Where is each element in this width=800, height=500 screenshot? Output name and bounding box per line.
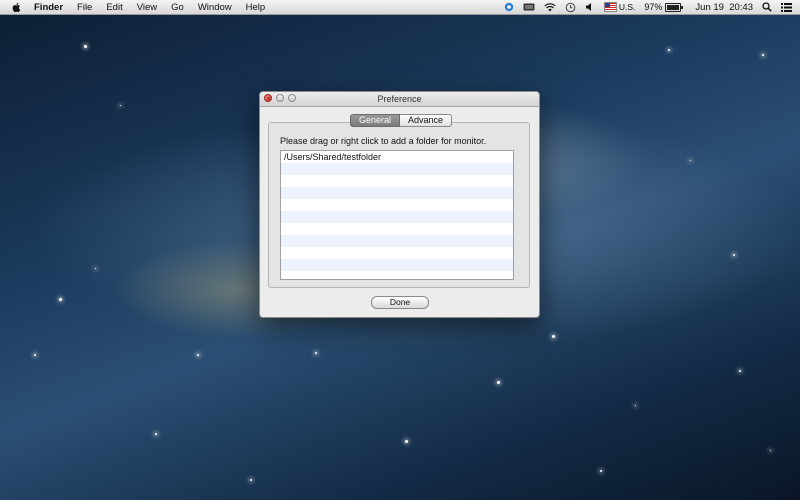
instruction-text: Please drag or right click to add a fold… — [280, 136, 487, 146]
menu-window[interactable]: Window — [198, 2, 232, 13]
tab-general[interactable]: General — [350, 114, 401, 127]
menu-edit[interactable]: Edit — [106, 2, 122, 13]
list-item[interactable] — [281, 247, 513, 259]
menu-help[interactable]: Help — [246, 2, 266, 13]
volume-icon[interactable] — [585, 1, 595, 13]
zoom-button[interactable] — [288, 94, 296, 102]
input-source-label[interactable]: U.S. — [619, 2, 636, 12]
list-item[interactable] — [281, 187, 513, 199]
battery-icon[interactable] — [665, 1, 684, 13]
done-button[interactable]: Done — [371, 296, 429, 309]
window-title: Preference — [377, 94, 422, 104]
display-icon[interactable] — [523, 1, 535, 13]
list-item[interactable] — [281, 199, 513, 211]
tab-advance[interactable]: Advance — [400, 114, 453, 127]
menu-file[interactable]: File — [77, 2, 92, 13]
list-item[interactable]: /Users/Shared/testfolder — [281, 151, 513, 163]
list-item[interactable] — [281, 211, 513, 223]
list-item[interactable] — [281, 235, 513, 247]
clock[interactable]: Jun 19 20:43 — [695, 2, 753, 13]
preference-window: Preference General Advance Please drag o… — [259, 91, 540, 318]
battery-percent[interactable]: 97% — [644, 2, 662, 12]
list-item[interactable] — [281, 259, 513, 271]
list-item[interactable] — [281, 175, 513, 187]
close-button[interactable] — [264, 92, 272, 106]
menu-bar: Finder File Edit View Go Window Help U.S… — [0, 0, 800, 15]
time-machine-icon[interactable] — [565, 1, 576, 13]
title-bar[interactable]: Preference — [260, 92, 539, 107]
window-controls — [264, 92, 300, 106]
wifi-icon[interactable] — [544, 1, 556, 13]
menu-finder[interactable]: Finder — [34, 2, 63, 13]
list-icon[interactable] — [781, 1, 792, 13]
status-area: U.S. 97% Jun 19 20:43 — [495, 0, 800, 14]
menu-view[interactable]: View — [137, 2, 157, 13]
flag-icon[interactable] — [603, 1, 617, 13]
search-icon[interactable] — [762, 1, 772, 13]
apple-icon[interactable] — [10, 1, 22, 13]
list-item[interactable] — [281, 223, 513, 235]
list-item[interactable] — [281, 163, 513, 175]
minimize-button[interactable] — [276, 94, 284, 102]
tab-bar: General Advance — [350, 114, 453, 127]
screen-share-icon[interactable] — [504, 1, 514, 13]
menu-go[interactable]: Go — [171, 2, 184, 13]
folder-list[interactable]: /Users/Shared/testfolder — [280, 150, 514, 280]
